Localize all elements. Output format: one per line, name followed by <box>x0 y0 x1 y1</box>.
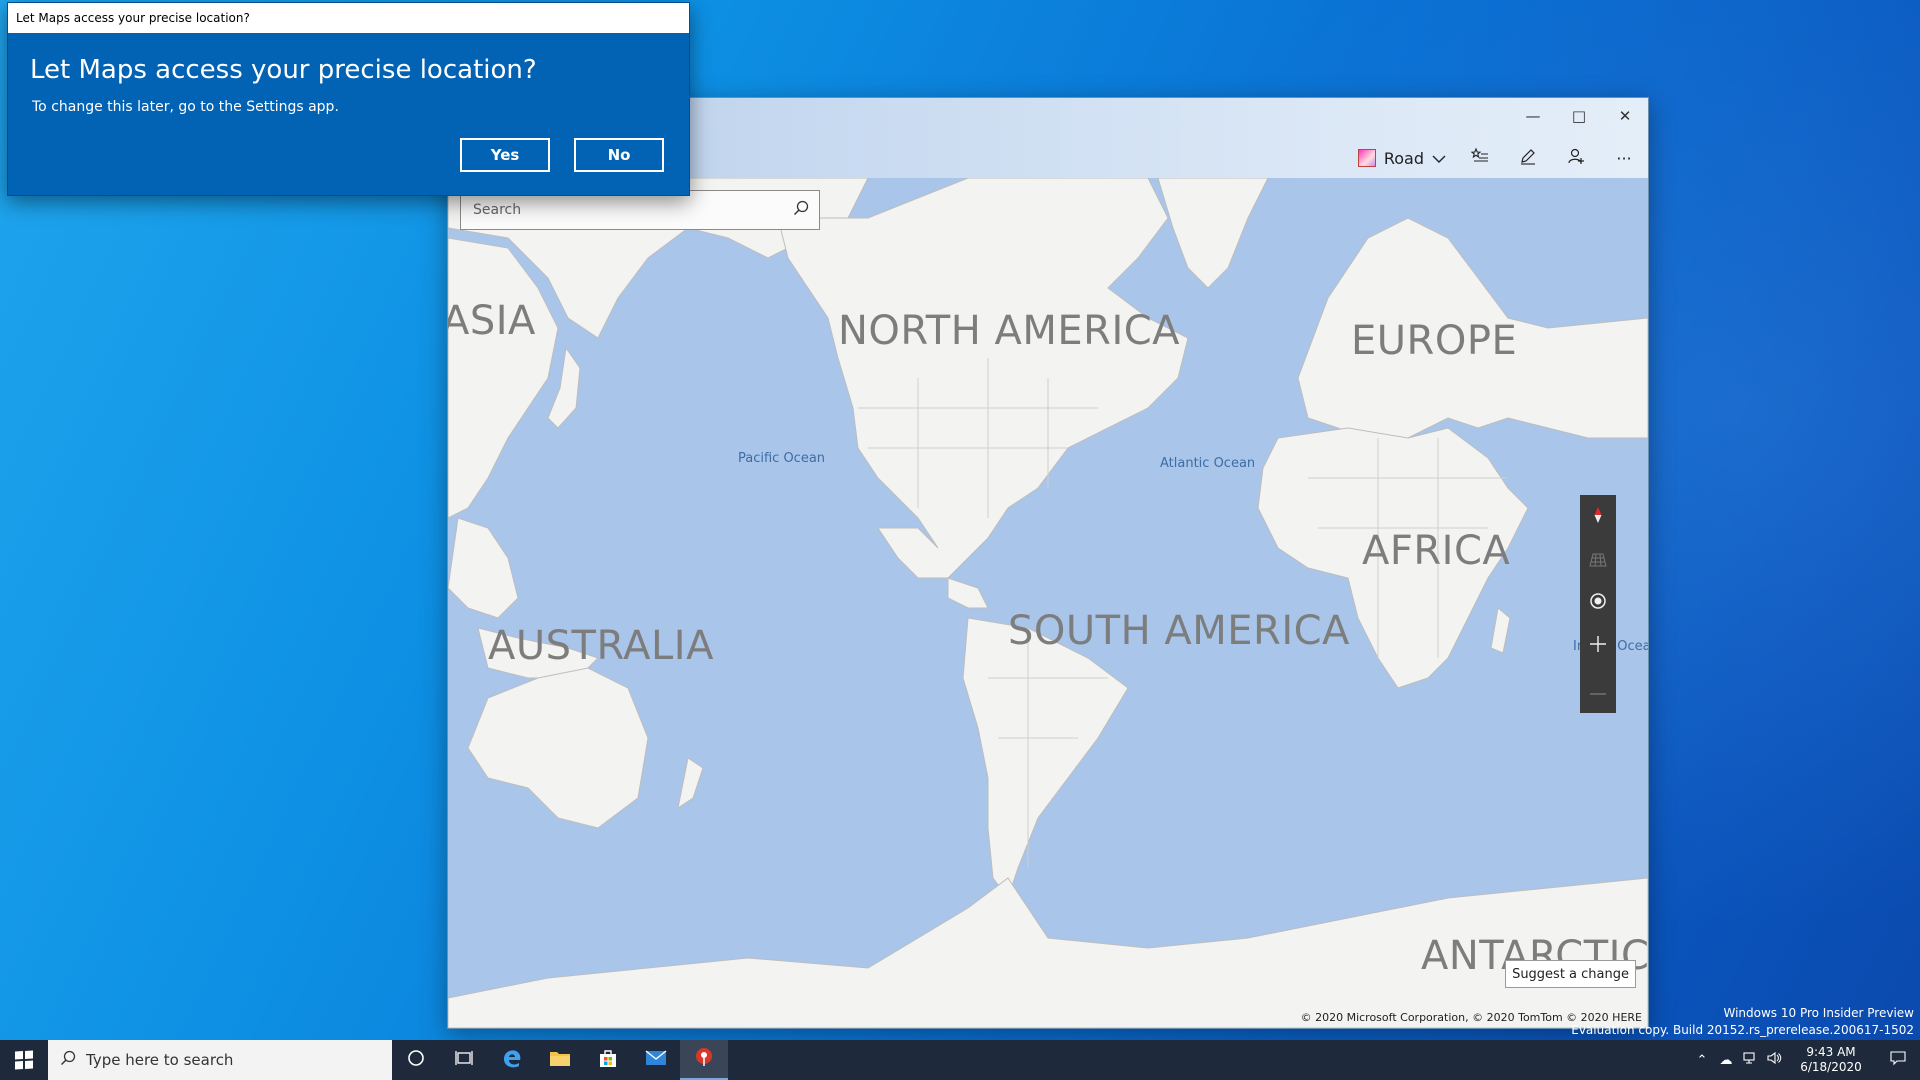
file-explorer-button[interactable] <box>536 1040 584 1080</box>
yes-button[interactable]: Yes <box>460 138 550 172</box>
folder-icon <box>549 1049 571 1072</box>
minimize-icon: — <box>1525 107 1541 125</box>
network-icon <box>1742 1051 1758 1069</box>
map-label-asia: ASIA <box>448 298 536 344</box>
maps-app-button[interactable] <box>680 1040 728 1080</box>
cortana-button[interactable] <box>392 1040 440 1080</box>
map-label-pacific-ocean: Pacific Ocean <box>738 451 826 466</box>
mail-envelope-icon <box>645 1049 667 1071</box>
cortana-circle-icon <box>407 1049 425 1072</box>
edge-app-button[interactable] <box>488 1040 536 1080</box>
map-label-africa: AFRICA <box>1362 528 1511 574</box>
favorites-button[interactable] <box>1456 140 1504 176</box>
taskbar-clock[interactable]: 9:43 AM 6/18/2020 <box>1786 1045 1876 1075</box>
clock-time: 9:43 AM <box>1806 1045 1856 1059</box>
edition-line: Windows 10 Pro Insider Preview <box>1723 1006 1914 1020</box>
map-controls-panel <box>1580 495 1616 713</box>
maximize-icon: □ <box>1571 107 1587 125</box>
zoom-out-button[interactable] <box>1580 667 1616 710</box>
more-options-button[interactable]: ··· <box>1600 140 1648 176</box>
tilt-grid-icon <box>1589 548 1607 572</box>
road-style-icon <box>1357 149 1376 167</box>
search-icon <box>793 200 809 220</box>
plus-icon <box>1589 634 1607 658</box>
network-button[interactable] <box>1738 1040 1762 1080</box>
zoom-in-button[interactable] <box>1580 624 1616 667</box>
windows-logo-icon <box>15 1050 33 1070</box>
start-button[interactable] <box>0 1040 48 1080</box>
map-label-atlantic-ocean: Atlantic Ocean <box>1160 456 1256 471</box>
notification-icon <box>1890 1050 1906 1070</box>
compass-button[interactable] <box>1580 495 1616 538</box>
map-label-north-america: NORTH AMERICA <box>838 308 1181 354</box>
more-options-icon: ··· <box>1616 148 1632 168</box>
edge-browser-icon <box>501 1047 523 1074</box>
volume-button[interactable] <box>1762 1040 1786 1080</box>
account-button[interactable] <box>1552 140 1600 176</box>
chevron-up-icon: ⌃ <box>1696 1052 1708 1068</box>
onedrive-button[interactable]: ☁ <box>1714 1040 1738 1080</box>
map-label-australia: AUSTRALIA <box>488 623 714 669</box>
taskbar-search-placeholder: Type here to search <box>86 1051 234 1069</box>
suggest-a-change-button[interactable]: Suggest a change <box>1505 960 1636 988</box>
location-permission-dialog: Let Maps access your precise location? L… <box>7 2 690 196</box>
favorites-star-list-icon <box>1470 147 1489 169</box>
store-bag-icon <box>598 1048 618 1073</box>
mail-app-button[interactable] <box>632 1040 680 1080</box>
maps-toolbar: Road ··· <box>1348 138 1648 178</box>
clock-date: 6/18/2020 <box>1800 1060 1862 1074</box>
show-hidden-icons-button[interactable]: ⌃ <box>1690 1040 1714 1080</box>
speaker-icon <box>1766 1051 1782 1069</box>
show-my-location-button[interactable] <box>1580 581 1616 624</box>
chevron-down-icon <box>1432 149 1446 168</box>
map-style-label: Road <box>1383 148 1424 168</box>
map-canvas[interactable]: ASIA NORTH AMERICA EUROPE AFRICA SOUTH A… <box>448 178 1648 1028</box>
store-app-button[interactable] <box>584 1040 632 1080</box>
minus-icon <box>1589 677 1607 701</box>
dialog-heading: Let Maps access your precise location? <box>30 55 537 85</box>
evaluation-watermark: Windows 10 Pro Insider Preview Evaluatio… <box>1571 1005 1914 1039</box>
pen-icon <box>1519 147 1537 169</box>
dialog-titlebar: Let Maps access your precise location? <box>8 3 689 33</box>
system-tray: ⌃ ☁ 9:43 AM 6/18/2020 <box>1690 1040 1920 1080</box>
no-button[interactable]: No <box>574 138 664 172</box>
maximize-button[interactable]: □ <box>1556 102 1602 130</box>
map-label-south-america: SOUTH AMERICA <box>1008 608 1350 654</box>
world-map <box>448 178 1648 1028</box>
build-line: Evaluation copy. Build 20152.rs_prerelea… <box>1571 1023 1914 1037</box>
task-view-icon <box>455 1050 473 1071</box>
ink-button[interactable] <box>1504 140 1552 176</box>
location-target-icon <box>1589 591 1607 615</box>
close-icon: ✕ <box>1618 107 1632 125</box>
search-button[interactable] <box>783 200 819 220</box>
search-icon <box>60 1050 76 1070</box>
person-add-icon <box>1567 147 1585 169</box>
maps-window: — □ ✕ Road ··· ASIA NORTH AMERICA EUROPE… <box>447 97 1649 1029</box>
close-button[interactable]: ✕ <box>1602 102 1648 130</box>
dialog-subtext: To change this later, go to the Settings… <box>32 99 339 115</box>
search-input[interactable] <box>461 191 783 229</box>
maps-pin-icon <box>694 1046 714 1073</box>
action-center-button[interactable] <box>1876 1040 1920 1080</box>
tilt-button[interactable] <box>1580 538 1616 581</box>
map-label-europe: EUROPE <box>1351 318 1518 364</box>
map-style-button[interactable]: Road <box>1348 140 1456 176</box>
task-view-button[interactable] <box>440 1040 488 1080</box>
compass-icon <box>1593 505 1603 529</box>
map-search-box <box>460 190 820 230</box>
taskbar: Type here to search ⌃ ☁ 9:43 AM 6/18/202… <box>0 1040 1920 1080</box>
minimize-button[interactable]: — <box>1510 102 1556 130</box>
cloud-icon: ☁ <box>1719 1052 1733 1068</box>
taskbar-search-box[interactable]: Type here to search <box>48 1040 392 1080</box>
